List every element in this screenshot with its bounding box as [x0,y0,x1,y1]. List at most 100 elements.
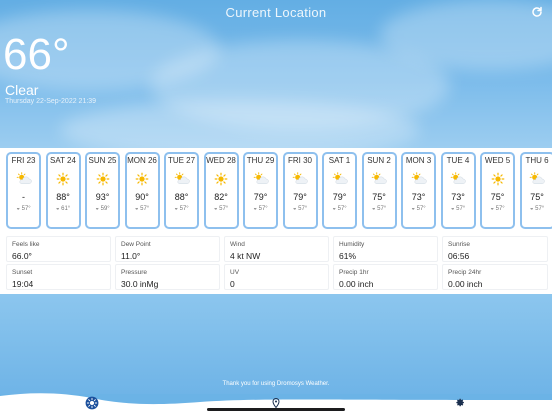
weather-panel: FRI 23 - ◒ 57° SAT 24 88° ◒ 61° SUN 25 93° ◒ 59°… [0,148,552,294]
detail-label: Precip 24hr [448,269,482,276]
partly-cloudy-icon [324,172,355,190]
detail-label: Sunrise [448,241,471,248]
detail-label: UV [230,269,240,276]
detail-cell: UV 0 [224,264,329,290]
forecast-low-temp: ◒ 57° [522,205,552,213]
forecast-day-label: SAT 24 [50,156,76,165]
forecast-high-temp: 73° [451,192,465,202]
detail-value: 0.00 inch [448,279,483,289]
detail-value: 66.0° [12,251,32,261]
forecast-day-label: SAT 1 [328,156,351,165]
forecast-strip[interactable]: FRI 23 - ◒ 57° SAT 24 88° ◒ 61° SUN 25 93° ◒ 59°… [6,152,552,230]
detail-cell: Feels like 66.0° [6,236,111,262]
forecast-day-label: FRI 23 [11,156,36,165]
sun-icon [85,396,99,410]
forecast-day-card[interactable]: SAT 24 88° ◒ 61° [45,152,81,229]
detail-label: Dew Point [121,241,151,248]
forecast-day-card[interactable]: THU 29 79° ◒ 57° [243,152,278,229]
detail-value: 0.00 inch [339,279,374,289]
detail-value: 06:56 [448,251,470,261]
detail-value: 61% [339,251,357,261]
forecast-low-value: 57° [258,206,268,212]
forecast-low-value: 57° [416,206,426,212]
forecast-high-temp: 79° [332,192,347,202]
forecast-low-value: 57° [179,206,189,212]
forecast-day-card[interactable]: TUE 27 88° ◒ 57° [164,152,199,229]
detail-label: Humidity [339,241,365,248]
forecast-low-temp: ◒ 57° [364,205,395,213]
forecast-day-card[interactable]: MON 26 90° ◒ 57° [124,152,160,229]
forecast-low-temp: ◒ 57° [206,205,237,213]
thanks-message: Thank you for using Dromosys Weather. [222,381,330,387]
partly-cloudy-icon [285,172,316,190]
detail-cell: Sunrise 06:56 [442,236,548,262]
forecast-low-value: 57° [21,206,31,212]
forecast-low-temp: ◒ 57° [443,205,474,213]
forecast-low-value: 57° [219,206,229,212]
partly-cloudy-icon [364,172,395,190]
forecast-low-temp: ◒ 59° [87,205,118,213]
forecast-day-card[interactable]: WED 5 75° ◒ 57° [480,152,515,229]
forecast-day-card[interactable]: SUN 25 93° ◒ 59° [85,152,120,229]
partly-cloudy-icon [166,172,197,190]
detail-cell: Dew Point 11.0° [115,236,220,262]
detail-cell: Pressure 30.0 inMg [115,264,220,290]
forecast-day-card[interactable]: WED 28 82° ◒ 57° [203,152,239,229]
detail-value: 0 [230,279,235,289]
sky-background [0,0,552,148]
detail-label: Precip 1hr [339,269,369,276]
forecast-day-label: WED 5 [484,156,511,165]
detail-label: Sunset [12,269,33,276]
forecast-day-card[interactable]: FRI 23 - ◒ 57° [6,152,41,229]
forecast-low-value: 57° [337,206,347,212]
home-indicator [207,408,345,411]
sun-icon [127,172,158,190]
forecast-low-value: 57° [535,206,545,212]
sun-icon [482,172,513,190]
forecast-day-label: MON 3 [405,156,432,165]
forecast-high-temp: 75° [490,192,505,202]
forecast-high-temp: 75° [530,192,544,202]
refresh-icon[interactable] [530,5,544,19]
detail-value: 4 kt NW [230,251,261,261]
forecast-day-label: THU 6 [525,156,549,165]
current-condition: Clear [5,82,39,98]
forecast-high-temp: 79° [293,192,307,202]
partly-cloudy-icon [522,172,552,190]
lower-sky-background [0,294,552,394]
detail-cell: Precip 24hr 0.00 inch [442,264,548,290]
forecast-day-label: FRI 30 [287,156,312,165]
forecast-low-temp: ◒ 57° [403,205,434,213]
weather-tab[interactable] [84,396,100,410]
forecast-low-temp: ◒ 57° [8,205,39,213]
forecast-low-value: 59° [100,206,110,212]
forecast-high-temp: 93° [95,192,110,202]
sun-icon [48,172,79,190]
forecast-day-card[interactable]: SUN 2 75° ◒ 57° [361,152,397,229]
forecast-day-card[interactable]: MON 3 73° ◒ 57° [401,152,436,229]
forecast-day-card[interactable]: SAT 1 79° ◒ 57° [322,152,357,229]
forecast-low-value: 57° [377,206,387,212]
forecast-day-card[interactable]: THU 6 75° ◒ 57° [519,152,552,229]
partly-cloudy-icon [443,172,474,190]
sun-icon [206,172,237,190]
forecast-day-card[interactable]: TUE 4 73° ◒ 57° [440,152,476,229]
sun-icon [87,172,118,190]
forecast-high-temp: 82° [214,192,228,202]
forecast-low-temp: ◒ 57° [245,205,276,213]
forecast-low-value: 61° [61,206,71,212]
detail-value: 11.0° [121,251,141,261]
partly-cloudy-icon [8,172,39,190]
forecast-low-value: 57° [495,206,505,212]
detail-cell: Humidity 61% [333,236,438,262]
settings-tab[interactable] [452,398,468,410]
detail-cell: Precip 1hr 0.00 inch [333,264,438,290]
forecast-day-label: TUE 27 [167,156,196,165]
forecast-day-card[interactable]: FRI 30 79° ◒ 57° [282,152,318,229]
forecast-high-temp: 75° [372,192,386,202]
partly-cloudy-icon [403,172,434,190]
forecast-low-temp: ◒ 57° [324,205,355,213]
forecast-low-value: 57° [298,206,308,212]
detail-label: Pressure [121,269,148,276]
forecast-low-temp: ◒ 57° [127,205,158,213]
